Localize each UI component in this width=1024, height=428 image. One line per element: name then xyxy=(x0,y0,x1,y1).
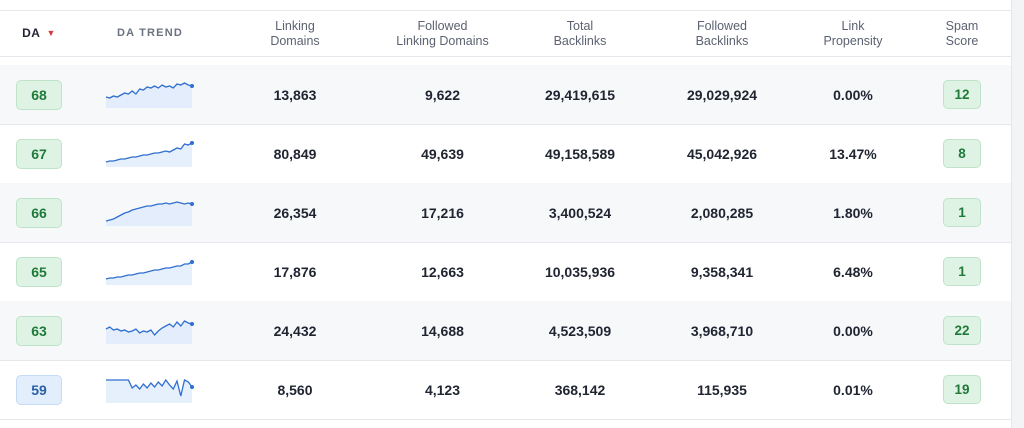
column-header-followed-backlinks[interactable]: Followed Backlinks xyxy=(660,11,784,56)
cell-total-backlinks: 10,035,936 xyxy=(544,263,616,280)
cell-da: 68 xyxy=(14,65,64,124)
cell-link-propensity: 6.48% xyxy=(833,263,873,280)
cell-total-backlinks: 368,142 xyxy=(554,381,606,398)
cell-followed-linking-domains: 17,216 xyxy=(421,204,464,221)
cell-linking-domains: 24,432 xyxy=(273,322,317,339)
da-trend-sparkline xyxy=(105,320,194,344)
da-score-badge: 59 xyxy=(16,374,62,405)
da-trend-sparkline xyxy=(106,378,194,403)
cell-linking-domains: 8,560 xyxy=(277,381,313,398)
table-row[interactable]: 66 26,354 17,216 3,400,524 2,080,285 1.80% 1 xyxy=(0,183,1012,243)
cell-da: 59 xyxy=(14,360,64,419)
da-trend-sparkline xyxy=(105,201,194,226)
cell-followed-linking-domains: 9,622 xyxy=(424,86,461,103)
cell-spam-score: 19 xyxy=(924,360,1000,419)
da-score-badge: 63 xyxy=(16,315,62,346)
spam-score-badge: 1 xyxy=(943,257,981,286)
spam-score-badge: 12 xyxy=(943,80,981,109)
column-header-total-backlinks[interactable]: Total Backlinks xyxy=(520,11,640,56)
cell-linking-domains: 13,863 xyxy=(273,86,317,103)
table-row[interactable]: 63 24,432 14,688 4,523,509 3,968,710 0.00% 22 xyxy=(0,301,1012,361)
cell-link-propensity: 0.00% xyxy=(833,322,873,339)
cell-da: 66 xyxy=(14,183,64,242)
cell-link-propensity: 13.47% xyxy=(829,145,877,162)
cell-da: 63 xyxy=(14,301,64,360)
da-results-table: DA ▼ DA TREND Linking Domains Followed L… xyxy=(0,0,1012,428)
da-score-badge: 68 xyxy=(16,79,62,110)
cell-followed-backlinks: 9,358,341 xyxy=(690,263,754,280)
cell-followed-backlinks: 29,029,924 xyxy=(686,86,758,103)
sparkline-end-dot xyxy=(190,202,194,206)
da-score-badge: 65 xyxy=(16,256,62,287)
table-row[interactable]: 65 17,876 12,663 10,035,936 9,358,341 6.48% 1 xyxy=(0,242,1012,302)
column-header-linking-domains[interactable]: Linking Domains xyxy=(240,11,350,56)
cell-spam-score: 1 xyxy=(924,183,1000,242)
cell-link-propensity: 1.80% xyxy=(833,204,873,221)
da-trend-sparkline xyxy=(105,260,194,285)
table-row[interactable]: 67 80,849 49,639 49,158,589 45,042,926 13.47%… xyxy=(0,124,1012,184)
spam-score-badge: 19 xyxy=(943,375,981,404)
cell-spam-score: 12 xyxy=(924,65,1000,124)
column-header-da[interactable]: DA ▼ xyxy=(14,11,64,56)
sparkline-end-dot xyxy=(190,84,194,88)
cell-spam-score: 1 xyxy=(924,242,1000,301)
cell-followed-linking-domains: 12,663 xyxy=(421,263,464,280)
cell-spam-score: 8 xyxy=(924,124,1000,183)
column-header-da-label: DA xyxy=(22,26,41,40)
cell-linking-domains: 26,354 xyxy=(273,204,317,221)
da-trend-sparkline xyxy=(105,82,194,108)
cell-linking-domains: 80,849 xyxy=(273,145,317,162)
sparkline-end-dot xyxy=(190,385,194,389)
spam-score-badge: 8 xyxy=(943,139,981,168)
table-row[interactable]: 59 8,560 4,123 368,142 115,935 0.01% 19 xyxy=(0,360,1012,420)
column-header-spam-score[interactable]: Spam Score xyxy=(924,11,1000,56)
vertical-scrollbar[interactable] xyxy=(1011,0,1024,428)
sparkline-end-dot xyxy=(190,322,194,326)
da-score-badge: 67 xyxy=(16,138,62,169)
cell-followed-linking-domains: 49,639 xyxy=(421,145,464,162)
sparkline-end-dot xyxy=(190,141,194,145)
da-trend-sparkline xyxy=(105,141,194,167)
cell-link-propensity: 0.01% xyxy=(833,381,873,398)
cell-followed-backlinks: 3,968,710 xyxy=(690,322,754,339)
column-header-da-trend: DA TREND xyxy=(116,27,184,39)
cell-da: 65 xyxy=(14,242,64,301)
sort-desc-icon[interactable]: ▼ xyxy=(46,26,55,41)
cell-da: 67 xyxy=(14,124,64,183)
table-header: DA ▼ DA TREND Linking Domains Followed L… xyxy=(0,11,1012,57)
da-score-badge: 66 xyxy=(16,197,62,228)
cell-followed-backlinks: 2,080,285 xyxy=(690,204,754,221)
cell-link-propensity: 0.00% xyxy=(833,86,873,103)
column-header-followed-linking-domains[interactable]: Followed Linking Domains xyxy=(370,11,515,56)
cell-spam-score: 22 xyxy=(924,301,1000,360)
cell-followed-linking-domains: 4,123 xyxy=(424,381,461,398)
cell-total-backlinks: 29,419,615 xyxy=(544,86,616,103)
sparkline-end-dot xyxy=(190,260,194,264)
cell-total-backlinks: 49,158,589 xyxy=(544,145,616,162)
cell-total-backlinks: 4,523,509 xyxy=(548,322,612,339)
cell-followed-backlinks: 115,935 xyxy=(697,381,747,398)
cell-followed-backlinks: 45,042,926 xyxy=(686,145,758,162)
column-header-link-propensity[interactable]: Link Propensity xyxy=(800,11,906,56)
table-row[interactable]: 68 13,863 9,622 29,419,615 29,029,924 0.00% 12 xyxy=(0,65,1012,125)
cell-linking-domains: 17,876 xyxy=(273,263,317,280)
cell-followed-linking-domains: 14,688 xyxy=(421,322,464,339)
spam-score-badge: 1 xyxy=(943,198,981,227)
spam-score-badge: 22 xyxy=(943,316,981,345)
cell-total-backlinks: 3,400,524 xyxy=(548,204,612,221)
